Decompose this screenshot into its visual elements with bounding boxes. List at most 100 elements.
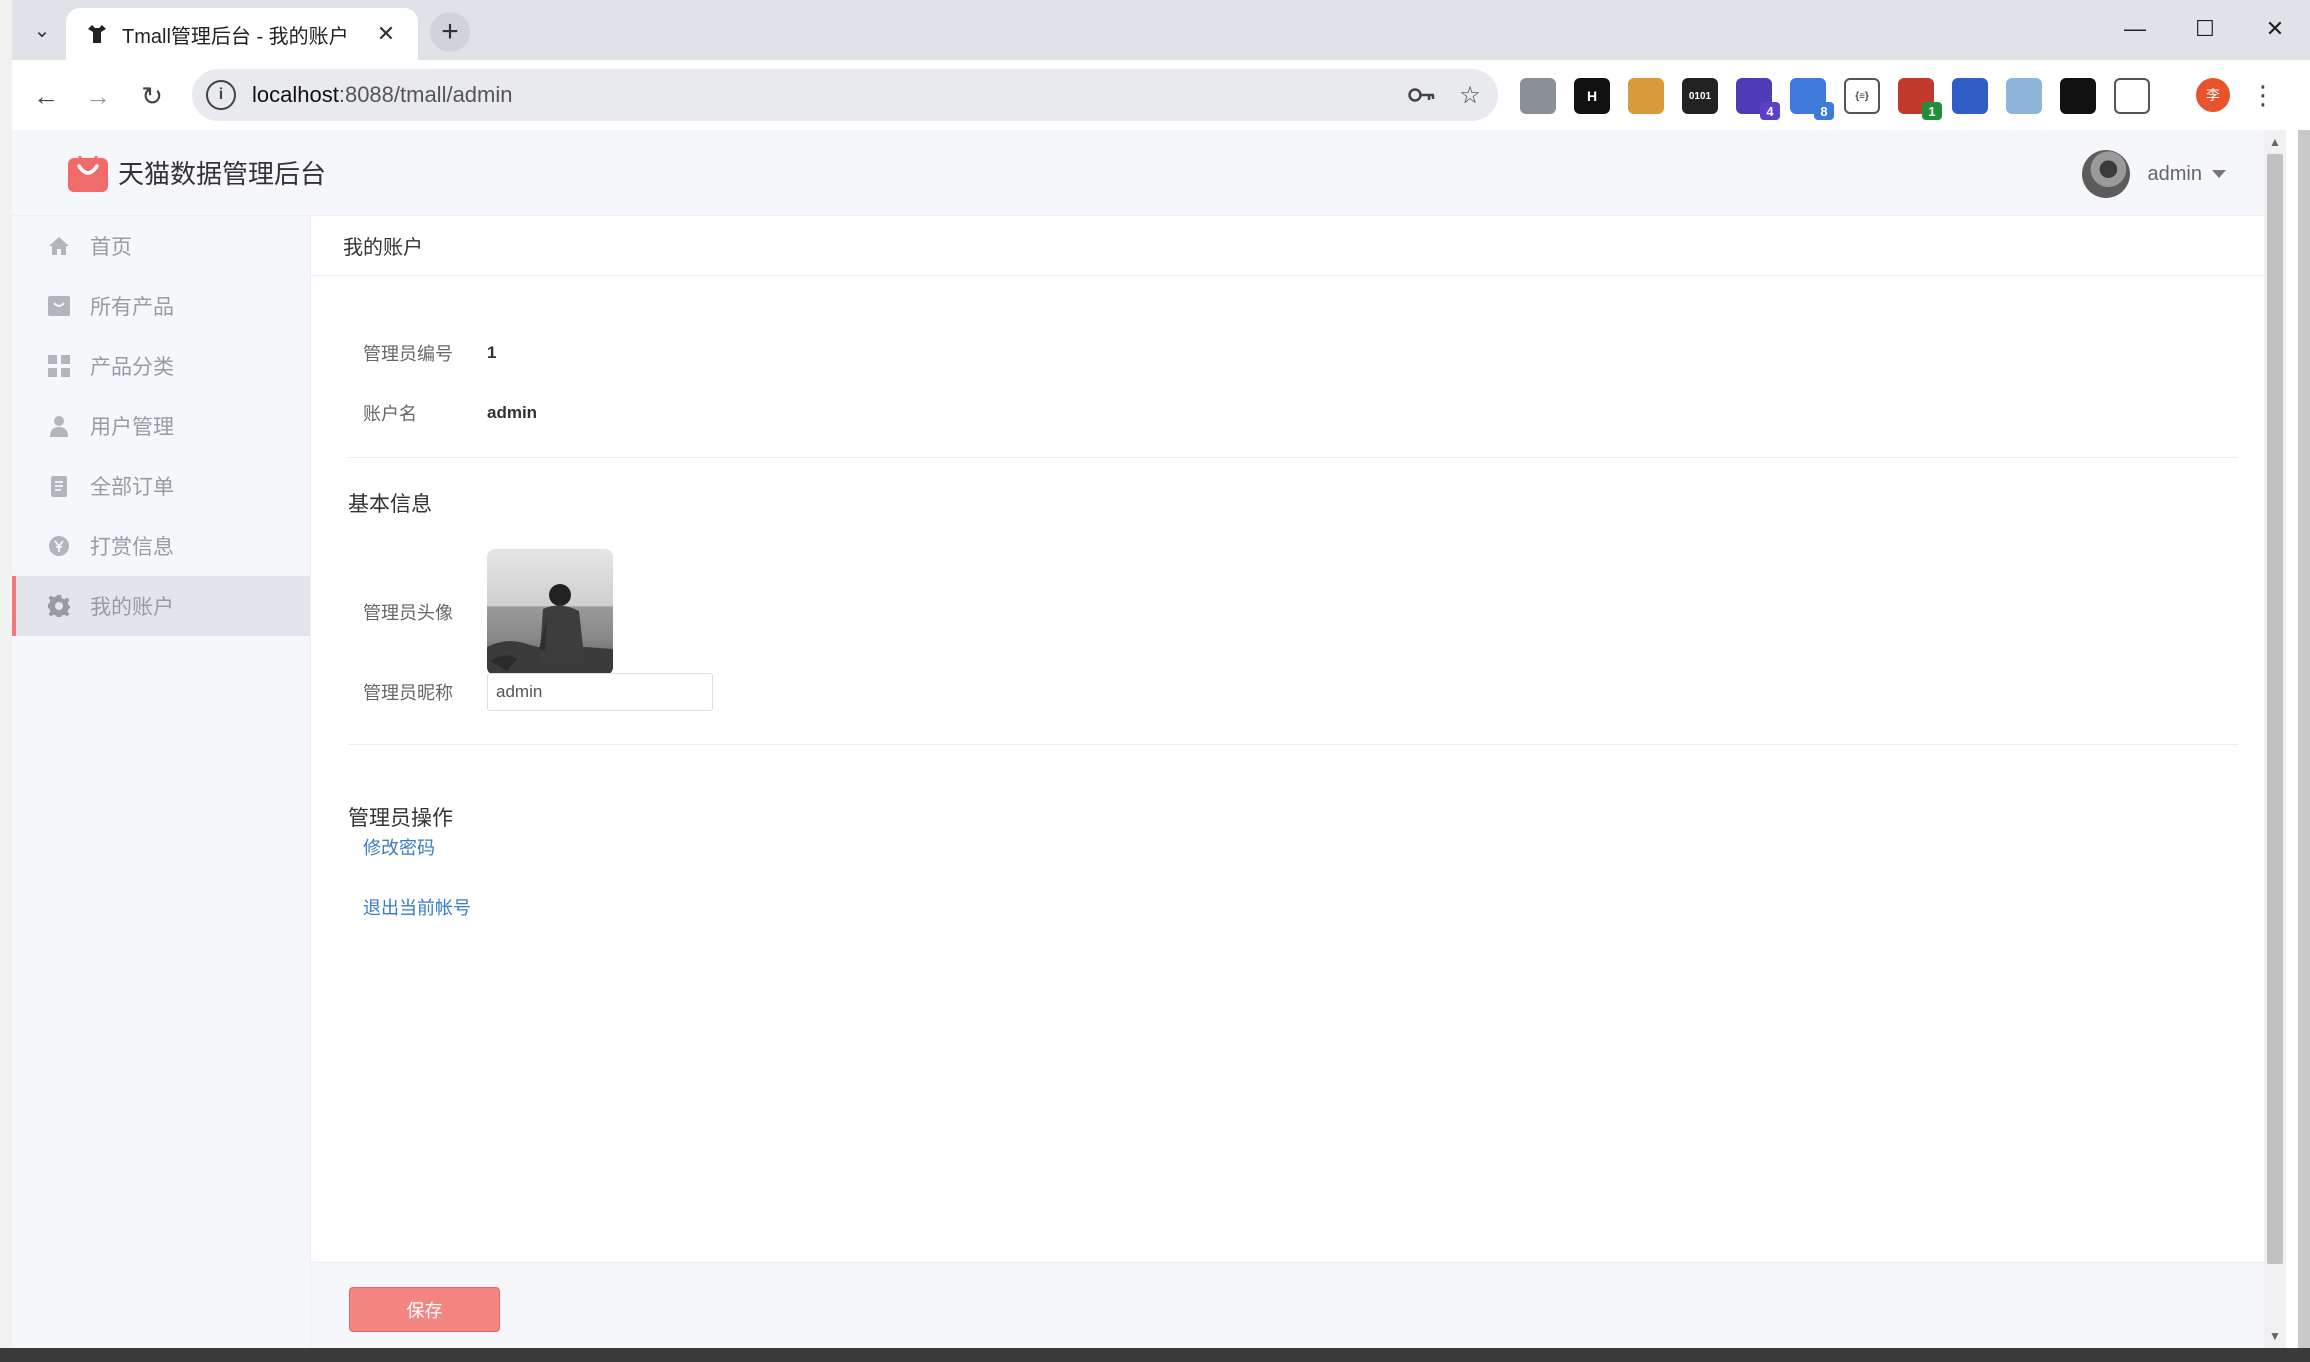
puzzle-extension-icon[interactable]	[2114, 78, 2150, 114]
sidebar-item-users[interactable]: 用户管理	[12, 396, 310, 456]
binary-extension-icon[interactable]: 0101	[1682, 78, 1718, 114]
extension-badge: 8	[1814, 102, 1834, 120]
site-info-icon[interactable]: i	[206, 80, 236, 110]
left-window-edge	[0, 0, 12, 1362]
back-icon[interactable]: ←	[28, 78, 64, 114]
admin-id-value: 1	[487, 343, 497, 362]
admin-id-row: 管理员编号 1	[363, 340, 496, 366]
h-extension-icon[interactable]: H	[1574, 78, 1610, 114]
counter-extension-icon[interactable]: 1	[1898, 78, 1942, 120]
page-scrollbar[interactable]: ▲ ▼	[2264, 130, 2286, 1348]
change-password-link[interactable]: 修改密码	[363, 834, 435, 860]
sidebar-item-label: 我的账户	[90, 596, 174, 619]
admin-avatar-image[interactable]	[487, 549, 613, 675]
shapes-extension-icon[interactable]: 4	[1736, 78, 1780, 120]
tab-search-chevron-icon[interactable]: ⌄	[22, 14, 62, 46]
json-extension-icon[interactable]: {≡}	[1844, 78, 1880, 114]
tab-title: Tmall管理后台 - 我的账户	[122, 25, 349, 48]
user-icon	[46, 413, 72, 439]
sidebar-item-label: 所有产品	[90, 296, 174, 319]
extension-badge: 4	[1760, 102, 1780, 120]
sidebar-item-label: 首页	[90, 236, 132, 259]
profile-avatar[interactable]: 李	[2196, 78, 2230, 112]
extension-label: {≡}	[1855, 90, 1869, 102]
save-button[interactable]: 保存	[349, 1287, 500, 1332]
scrollbar-thumb[interactable]	[2267, 154, 2283, 1264]
divider	[348, 457, 2238, 458]
url-path: :8088/tmall/admin	[338, 82, 513, 107]
sidebar-item-rewards[interactable]: 打赏信息	[12, 516, 310, 576]
url-host: localhost	[252, 82, 339, 107]
scroll-down-icon[interactable]: ▼	[2264, 1326, 2286, 1346]
tab-close-icon[interactable]: ✕	[372, 20, 400, 48]
glasses-extension-icon[interactable]	[2060, 78, 2096, 114]
sidebar-item-categories[interactable]: 产品分类	[12, 336, 310, 396]
sidebar-item-label: 产品分类	[90, 356, 174, 379]
page-title: 我的账户	[343, 237, 423, 259]
address-bar[interactable]: i localhost:8088/tmall/admin ☆	[192, 69, 1498, 121]
shopping-bag-logo-icon	[66, 150, 110, 194]
brand[interactable]: 天猫数据管理后台	[66, 150, 326, 194]
brand-title: 天猫数据管理后台	[118, 158, 327, 189]
user-menu[interactable]: admin	[2081, 150, 2226, 198]
nickname-row: 管理员昵称	[363, 673, 713, 711]
window-controls: — ☐ ✕	[2100, 0, 2310, 58]
sidebar-item-label: 打赏信息	[90, 536, 174, 559]
globe-extension-icon[interactable]	[1520, 78, 1556, 114]
gear-icon	[46, 593, 72, 619]
bookmark-star-icon[interactable]: ☆	[1450, 75, 1490, 115]
product-icon	[46, 293, 72, 319]
app-header: 天猫数据管理后台 admin	[12, 130, 2276, 216]
sidebar-item-orders[interactable]: 全部订单	[12, 456, 310, 516]
maximize-icon[interactable]: ☐	[2170, 0, 2240, 58]
chevron-down-icon[interactable]	[2212, 170, 2226, 178]
scroll-up-icon[interactable]: ▲	[2264, 132, 2286, 152]
minimize-icon[interactable]: —	[2100, 0, 2170, 58]
sidebar-item-products[interactable]: 所有产品	[12, 276, 310, 336]
user-name[interactable]: admin	[2148, 163, 2202, 186]
url-text[interactable]: localhost:8088/tmall/admin	[252, 82, 1402, 108]
content-header: 我的账户	[311, 216, 2276, 276]
page-viewport: 天猫数据管理后台 admin 首页 所有产品 产品分类 用户管理 全部订单 打赏…	[12, 130, 2276, 1348]
account-name-row: 账户名 admin	[363, 400, 537, 426]
user-avatar[interactable]	[2081, 150, 2130, 198]
order-icon	[46, 473, 72, 499]
divider	[348, 744, 2238, 745]
forward-icon[interactable]: →	[80, 78, 116, 114]
browser-menu-icon[interactable]: ⋮	[2248, 78, 2278, 112]
bookmark-extension-icon[interactable]	[1952, 78, 1988, 114]
tmall-favicon-icon	[84, 21, 110, 47]
nickname-label: 管理员昵称	[363, 683, 453, 703]
screenshot-extension-icon[interactable]: 8	[1790, 78, 1834, 120]
close-window-icon[interactable]: ✕	[2240, 0, 2310, 58]
nickname-input[interactable]	[487, 673, 713, 711]
main-content: 我的账户 管理员编号 1 账户名 admin 基本信息 管理员头像 管理员昵称 …	[311, 216, 2276, 1348]
category-icon	[46, 353, 72, 379]
extensions-bar: H 0101 4 8 {≡} 1	[1520, 76, 2168, 120]
sidebar: 首页 所有产品 产品分类 用户管理 全部订单 打赏信息 我的账户	[12, 216, 311, 1348]
browser-toolbar: ← → ↻ i localhost:8088/tmall/admin ☆ H 01…	[0, 60, 2310, 130]
avatar-row: 管理员头像	[363, 549, 613, 675]
sidebar-item-my-account[interactable]: 我的账户	[12, 576, 310, 636]
taskbar-edge	[0, 1348, 2310, 1362]
background-window-edge	[2298, 130, 2310, 1362]
password-key-icon[interactable]	[1402, 75, 1442, 115]
reward-icon	[46, 533, 72, 559]
person-extension-icon[interactable]	[2006, 78, 2042, 114]
reload-icon[interactable]: ↻	[134, 78, 170, 114]
sidebar-item-home[interactable]: 首页	[12, 216, 310, 276]
logout-link[interactable]: 退出当前帐号	[363, 894, 471, 920]
extension-label: H	[1586, 88, 1598, 104]
tab-strip: ⌄ Tmall管理后台 - 我的账户 ✕ + — ☐ ✕	[0, 0, 2310, 60]
extension-badge: 1	[1922, 102, 1942, 120]
new-tab-button[interactable]: +	[430, 12, 470, 52]
home-icon	[46, 233, 72, 259]
sidebar-item-label: 用户管理	[90, 416, 174, 439]
browser-chrome: ⌄ Tmall管理后台 - 我的账户 ✕ + — ☐ ✕ ← → ↻ i loc…	[0, 0, 2310, 130]
admin-id-label: 管理员编号	[363, 344, 453, 364]
sidebar-item-label: 全部订单	[90, 476, 174, 499]
basic-info-title: 基本信息	[348, 493, 432, 516]
cookie-extension-icon[interactable]	[1628, 78, 1664, 114]
account-name-value: admin	[487, 403, 538, 422]
browser-tab[interactable]: Tmall管理后台 - 我的账户 ✕	[66, 8, 418, 60]
